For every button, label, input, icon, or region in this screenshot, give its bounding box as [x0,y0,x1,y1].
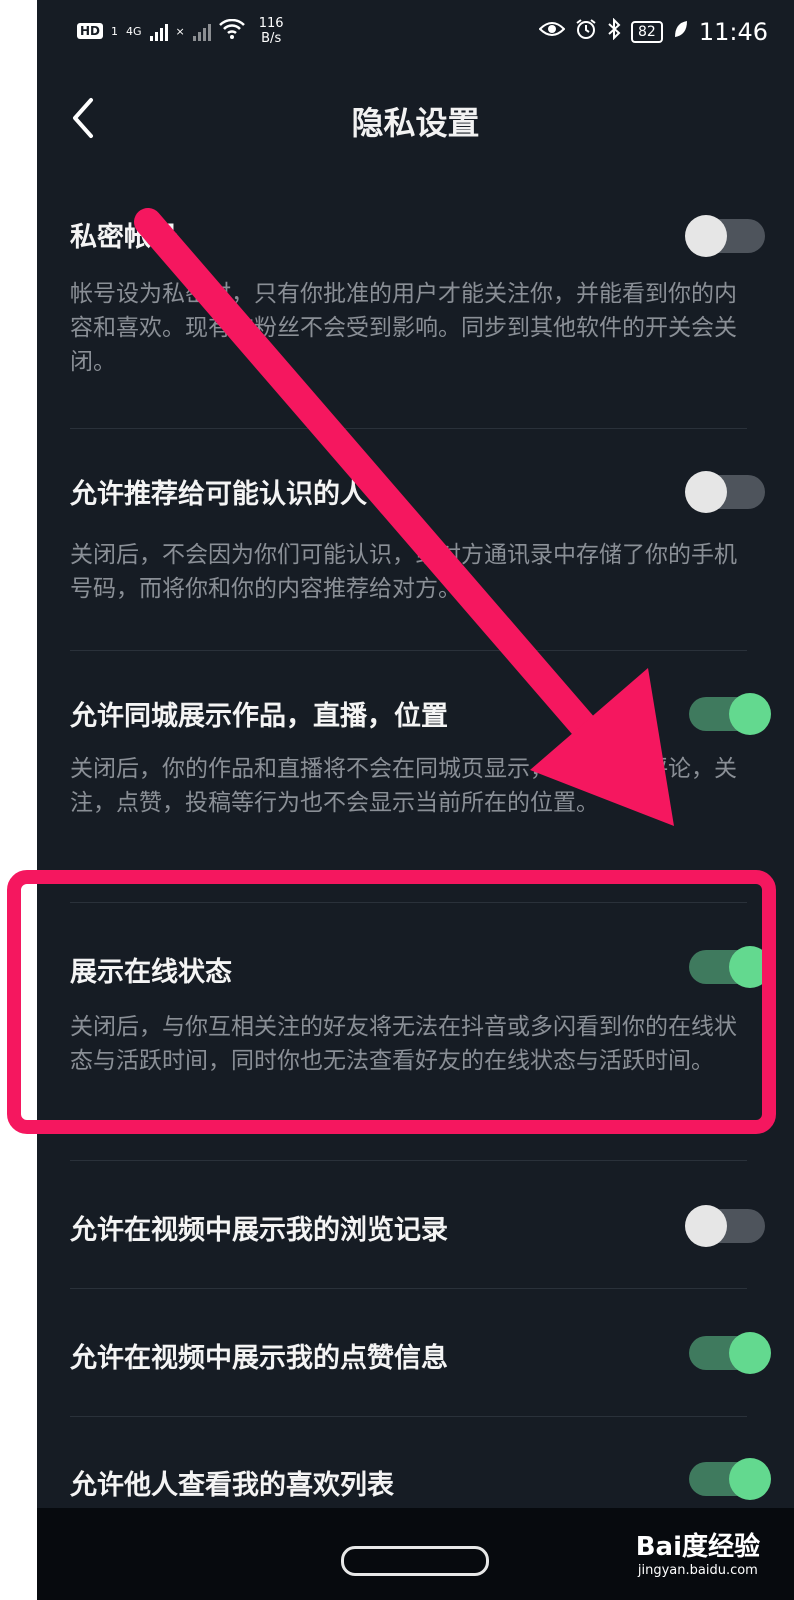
setting-description: 帐号设为私密时，只有你批准的用户才能关注你，并能看到你的内容和喜欢。现有的粉丝不… [70,281,737,375]
setting-title: 允许推荐给可能认识的人 [70,479,367,510]
signal-icon [149,21,168,41]
eye-comfort-icon [538,19,566,45]
bluetooth-icon [607,17,621,46]
toggle-knob [685,471,727,513]
speed-value: 116 [258,16,284,31]
setting-title: 私密帐号 [70,222,178,253]
status-bar-right: 82 11:46 [538,17,768,46]
baidu-jingyan-watermark: Bai度经验 jingyan.baidu.com [636,1526,760,1578]
toggle-knob [729,693,771,735]
toggle-knob [729,1332,771,1374]
toggle-knob [685,1205,727,1247]
online-status-toggle[interactable] [689,946,771,988]
recommend-acquaintances-toggle[interactable] [685,471,765,513]
setting-description: 关闭后，你的作品和直播将不会在同城页显示，同时你的评论，关注，点赞，投稿等行为也… [70,756,737,816]
setting-title: 允许他人查看我的喜欢列表 [70,1470,394,1501]
network-speed: 116 B/s [259,16,284,46]
setting-description: 关闭后，不会因为你们可能认识，或对方通讯录中存储了你的手机号码，而将你和你的内容… [70,542,737,602]
navigation-bar: Bai度经验 jingyan.baidu.com [37,1508,794,1600]
setting-title: 展示在线状态 [70,957,232,988]
divider [70,1160,747,1161]
sim-slot-label: 1 [111,24,119,38]
status-bar-left: HD 1 4G × 116 B/s [77,16,284,46]
status-bar: HD 1 4G × 116 B/s 82 11:46 [37,0,794,66]
toggle-knob [729,946,771,988]
speed-unit: B/s [261,31,282,46]
divider [70,428,747,429]
setting-title: 允许在视频中展示我的浏览记录 [70,1215,448,1246]
leaf-icon [673,19,689,45]
signal-icon-2 [192,21,211,41]
divider [70,650,747,651]
battery-indicator: 82 [631,21,663,43]
watermark-brand: Bai度经验 [635,1532,760,1562]
divider [70,1416,747,1417]
setting-description: 关闭后，与你互相关注的好友将无法在抖音或多闪看到你的在线状态与活跃时间，同时你也… [70,1014,737,1074]
alarm-icon [575,18,597,46]
private-account-toggle[interactable] [685,215,765,257]
wifi-icon [218,18,245,43]
watermark-url: jingyan.baidu.com [637,1563,758,1578]
local-display-toggle[interactable] [689,693,771,735]
divider [70,902,747,903]
likes-list-toggle[interactable] [689,1458,771,1500]
page-title: 隐私设置 [351,104,480,142]
page-header: 隐私设置 [37,90,794,150]
clock-time: 11:46 [698,18,768,46]
toggle-knob [685,215,727,257]
browsing-history-toggle[interactable] [685,1205,765,1247]
no-sim-mark: × [175,24,185,38]
divider [70,1288,747,1289]
likes-info-toggle[interactable] [689,1332,771,1374]
network-type-label: 4G [126,24,142,38]
home-gesture-bar[interactable] [341,1546,489,1576]
setting-title: 允许在视频中展示我的点赞信息 [70,1343,448,1374]
toggle-knob [729,1458,771,1500]
setting-title: 允许同城展示作品，直播，位置 [70,701,448,732]
phone-screen: HD 1 4G × 116 B/s 82 11:46 隐私设置 私密帐号 帐号设… [37,0,794,1600]
hd-badge: HD [77,23,104,39]
